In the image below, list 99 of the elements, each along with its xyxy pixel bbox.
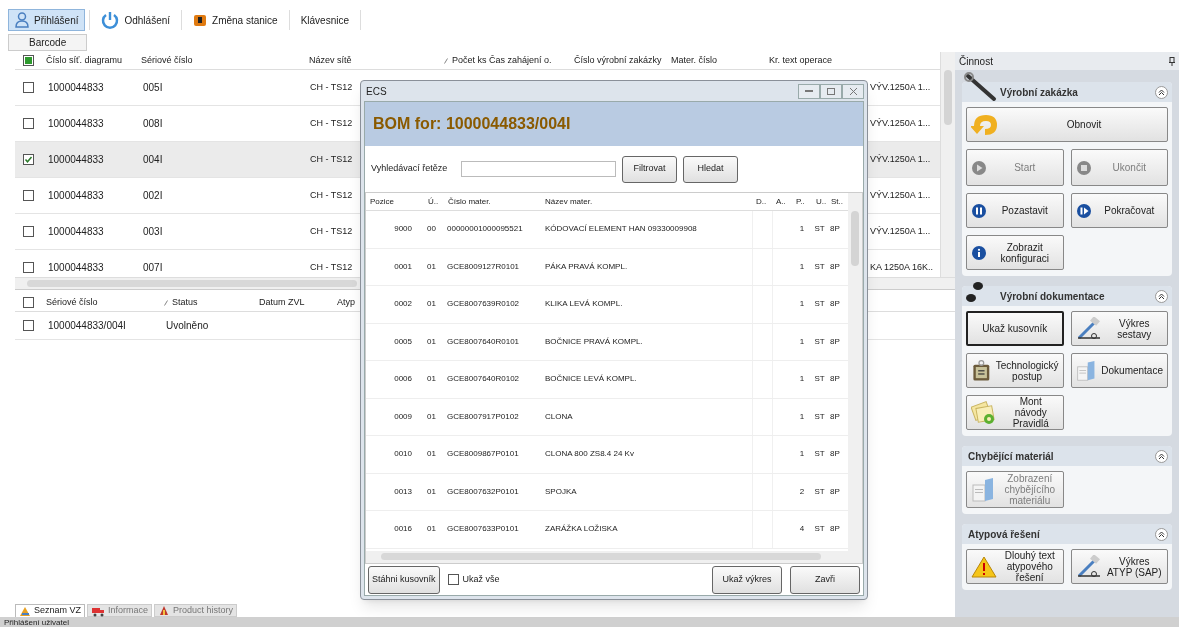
table-cell-text: 1 bbox=[798, 223, 806, 236]
status-text: Přihlášení uživatel bbox=[4, 617, 69, 627]
search-label: Vyhledávací řetěze bbox=[371, 162, 449, 176]
table-cell-text: 01 bbox=[426, 485, 437, 498]
table-cell-text: 01 bbox=[426, 373, 437, 386]
table-cell-text: ST bbox=[813, 410, 826, 423]
table-cell-text: BOČNICE LEVÁ KOMPL. bbox=[544, 373, 638, 386]
table-cell-text: 003I bbox=[142, 225, 164, 239]
table-cell-text: 01 bbox=[426, 335, 437, 348]
table-cell-text: BOČNICE PRAVÁ KOMPL. bbox=[544, 335, 644, 348]
table-cell-text: 0001 bbox=[393, 260, 413, 273]
table-cell-text: 1000044833/004I bbox=[47, 319, 127, 333]
table-cell-text: ST bbox=[813, 298, 826, 311]
table-cell-text: GCE8007917P0102 bbox=[446, 410, 520, 423]
table-cell-text: 8P bbox=[829, 335, 841, 348]
group-title: Atypová řešení bbox=[968, 527, 1040, 542]
table-cell-text: 01 bbox=[426, 523, 437, 536]
table-cell-text: 8P bbox=[829, 298, 841, 311]
table-cell-text: 005I bbox=[142, 81, 164, 95]
table-cell-text: 004I bbox=[142, 153, 164, 167]
table-cell-text: SPOJKA bbox=[544, 485, 578, 498]
table-cell-text: ST bbox=[813, 223, 826, 236]
table-cell-text: CH - TS12 bbox=[309, 116, 354, 130]
table-cell-text: GCE8009127R0101 bbox=[446, 260, 521, 273]
table-cell-text: 0002 bbox=[393, 298, 413, 311]
table-cell-text: ST bbox=[813, 523, 826, 536]
group-title: Chybějící materiál bbox=[968, 449, 1054, 464]
table-cell-text: 1000044833 bbox=[47, 225, 105, 239]
table-cell-text: 1 bbox=[798, 448, 806, 461]
table-cell-text: 8P bbox=[829, 223, 841, 236]
group-title: Výrobní dokumentace bbox=[1000, 289, 1105, 304]
table-cell-text: ST bbox=[813, 485, 826, 498]
table-cell-text: 01 bbox=[426, 448, 437, 461]
table-cell-text: VÝV.1250A 1... bbox=[870, 80, 932, 94]
table-cell-text: 1000044833 bbox=[47, 153, 105, 167]
table-cell-text: 8P bbox=[829, 448, 841, 461]
table-cell-text: ST bbox=[813, 373, 826, 386]
table-cell-text: GCE8007633P0101 bbox=[446, 523, 520, 536]
table-cell-text: 0006 bbox=[393, 373, 413, 386]
table-cell-text: 1 bbox=[798, 410, 806, 423]
table-cell-text: VÝV.1250A 1... bbox=[870, 116, 932, 130]
table-cell-text: VÝV.1250A 1... bbox=[870, 188, 932, 202]
table-cell-text: KLIKA LEVÁ KOMPL. bbox=[544, 298, 624, 311]
table-cell-text: 002I bbox=[142, 189, 164, 203]
table-cell-text: GCE8007640R0102 bbox=[446, 373, 521, 386]
table-cell-text: 008I bbox=[142, 117, 164, 131]
table-cell-text: 1000044833 bbox=[47, 261, 105, 275]
table-cell-text: 2 bbox=[798, 485, 806, 498]
window-title: ECS bbox=[366, 84, 387, 99]
table-cell-text: 8P bbox=[829, 260, 841, 273]
panel-title: Činnost bbox=[959, 54, 993, 69]
table-cell-text: GCE8007640R0101 bbox=[446, 335, 521, 348]
table-cell-text: ST bbox=[813, 260, 826, 273]
table-cell-text: 01 bbox=[426, 260, 437, 273]
table-cell-text: 00000001000095521 bbox=[446, 223, 524, 236]
table-cell-text: Uvolněno bbox=[165, 319, 210, 333]
table-cell-text: 0005 bbox=[393, 335, 413, 348]
table-cell-text: 9000 bbox=[393, 223, 413, 236]
table-cell-text: CH - TS12 bbox=[309, 224, 354, 238]
table-cell-text: CH - TS12 bbox=[309, 152, 354, 166]
table-cell-text: 1 bbox=[798, 373, 806, 386]
table-cell-text: 0016 bbox=[393, 523, 413, 536]
table-cell-text: CH - TS12 bbox=[309, 80, 354, 94]
table-cell-text: 0009 bbox=[393, 410, 413, 423]
table-cell-text: CLONA 800 ZS8.4 24 Kv bbox=[544, 448, 635, 461]
table-cell-text: 8P bbox=[829, 373, 841, 386]
table-cell-text: GCE8009867P0101 bbox=[446, 448, 520, 461]
table-cell-text: 1 bbox=[798, 335, 806, 348]
table-cell-text: 8P bbox=[829, 410, 841, 423]
table-cell-text: 4 bbox=[798, 523, 806, 536]
table-cell-text: GCE8007639R0102 bbox=[446, 298, 521, 311]
table-cell-text: 1000044833 bbox=[47, 189, 105, 203]
table-cell-text: 01 bbox=[426, 410, 437, 423]
dialog-heading: BOM for: 1000044833/004I bbox=[373, 114, 571, 134]
table-cell-text: 1 bbox=[798, 298, 806, 311]
table-cell-text: PÁKA PRAVÁ KOMPL. bbox=[544, 260, 629, 273]
table-cell-text: CH - TS12 bbox=[309, 260, 354, 274]
table-cell-text: 1000044833 bbox=[47, 81, 105, 95]
table-cell-text: 0010 bbox=[393, 448, 413, 461]
table-cell-text: 0013 bbox=[393, 485, 413, 498]
table-cell-text: 00 bbox=[426, 223, 437, 236]
group-title: Výrobní zakázka bbox=[1000, 85, 1078, 100]
table-cell-text: VÝV.1250A 1... bbox=[870, 152, 932, 166]
table-cell-text: 8P bbox=[829, 523, 841, 536]
table-cell-text: GCE8007632P0101 bbox=[446, 485, 520, 498]
table-cell-text: 01 bbox=[426, 298, 437, 311]
table-cell-text: CLONA bbox=[544, 410, 574, 423]
table-cell-text: ST bbox=[813, 448, 826, 461]
checkbox-label: Ukaž vše bbox=[462, 572, 500, 586]
table-cell-text: VÝV.1250A 1... bbox=[870, 224, 932, 238]
table-cell-text: 007I bbox=[142, 261, 164, 275]
table-cell-text: 1000044833 bbox=[47, 117, 105, 131]
table-cell-text: 1 bbox=[798, 260, 806, 273]
table-cell-text: 8P bbox=[829, 485, 841, 498]
table-cell-text: KÓDOVACÍ ELEMENT HAN 09330009908 bbox=[544, 223, 698, 236]
table-cell-text: ZARÁŽKA LOŽISKA bbox=[544, 523, 619, 536]
table-cell-text: CH - TS12 bbox=[309, 188, 354, 202]
table-cell-text: KA 1250A 16K.. bbox=[870, 260, 935, 274]
table-cell-text: ST bbox=[813, 335, 826, 348]
